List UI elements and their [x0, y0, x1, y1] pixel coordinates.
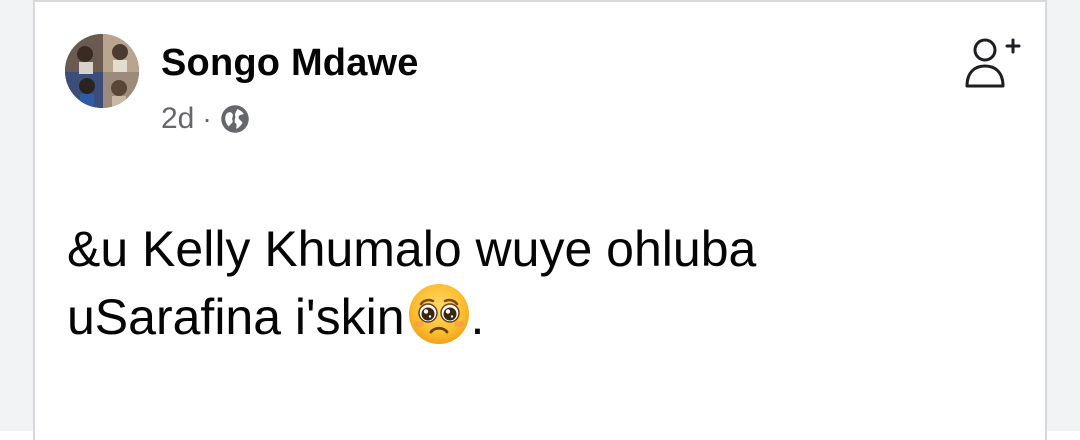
post-time[interactable]: 2d: [161, 102, 194, 136]
author-avatar[interactable]: [65, 34, 139, 108]
post-text-line-2: uSarafina i'skin .: [67, 282, 1027, 350]
screen-background: Songo Mdawe 2d · &u Kelly Khumalo wuye o…: [0, 0, 1080, 440]
post-text-period: .: [470, 289, 485, 345]
post-text-line-1: &u Kelly Khumalo wuye ohluba: [67, 221, 757, 277]
globe-icon: [220, 105, 249, 133]
post-text-line-2-text: uSarafina i'skin: [67, 289, 405, 345]
add-friend-icon[interactable]: [959, 32, 1023, 96]
avatar-image: [65, 34, 139, 108]
meta-separator: ·: [202, 103, 212, 134]
post-meta: 2d ·: [161, 102, 250, 136]
post-card: Songo Mdawe 2d · &u Kelly Khumalo wuye o…: [33, 0, 1047, 440]
post-body: &u Kelly Khumalo wuye ohluba uSarafina i…: [67, 216, 1027, 350]
author-name[interactable]: Songo Mdawe: [161, 42, 419, 85]
pleading-face-emoji: [408, 284, 469, 344]
